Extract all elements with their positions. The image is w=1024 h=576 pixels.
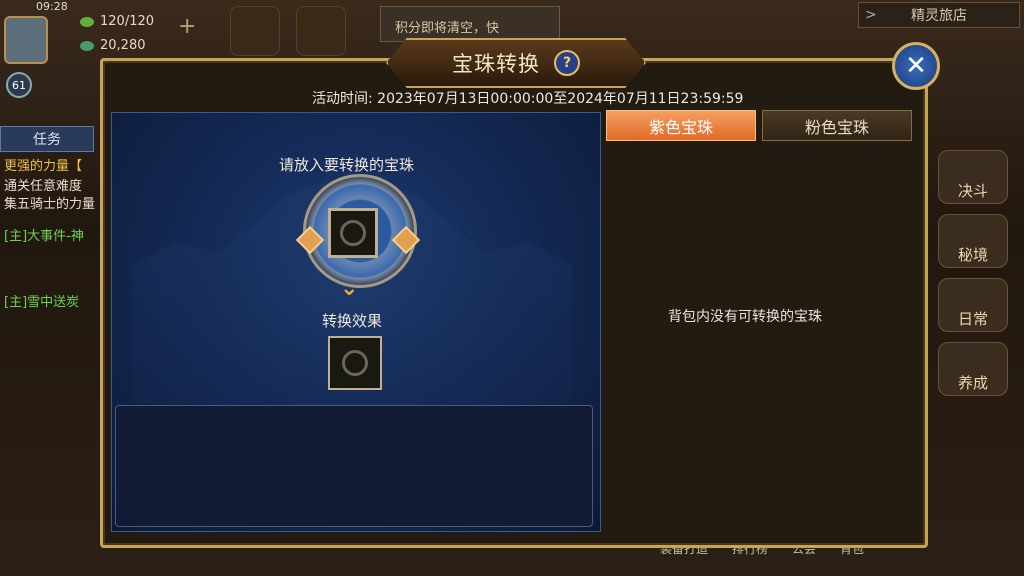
close-icon: ✕	[905, 51, 927, 81]
effect-info-box	[115, 405, 593, 527]
side-feature-button[interactable]: 决斗	[938, 150, 1008, 204]
stamina-stat: 120/120	[80, 14, 154, 29]
quest-item[interactable]: 通关任意难度	[4, 178, 82, 195]
side-feature-menu: 决斗 秘境 日常 养成	[938, 150, 1008, 396]
top-feature-icons	[230, 6, 346, 56]
chevron-down-icon: ⌄	[340, 276, 359, 301]
activity-time: 活动时间: 2023年07月13日00:00:00至2024年07月11日23:…	[312, 91, 744, 107]
feature-icon[interactable]	[230, 6, 280, 56]
dialog-title-plate: 宝珠转换 ?	[386, 38, 646, 88]
conversion-effect-label: 转换效果	[322, 312, 383, 330]
quest-item[interactable]: [主]雪中送炭	[4, 294, 79, 311]
add-stamina-button[interactable]: +	[178, 14, 196, 39]
arrow-right-icon: >	[865, 7, 877, 23]
player-avatar[interactable]	[4, 16, 48, 64]
gold-stat: 20,280	[80, 38, 146, 53]
stamina-icon	[80, 16, 94, 27]
notice-banner[interactable]: 积分即将清空，快	[380, 6, 560, 42]
dialog-title: 宝珠转换	[452, 52, 540, 76]
gem-icon	[80, 40, 94, 51]
side-feature-button[interactable]: 养成	[938, 342, 1008, 396]
feature-icon[interactable]	[296, 6, 346, 56]
player-level: 61	[6, 72, 32, 98]
quest-item[interactable]: [主]大事件-神	[4, 228, 84, 245]
result-orb-slot	[328, 336, 382, 390]
empty-inventory-message: 背包内没有可转换的宝珠	[668, 309, 822, 325]
inn-shop-tab[interactable]: > 精灵旅店	[858, 2, 1020, 28]
swirl-placeholder-icon	[342, 350, 368, 376]
quest-item[interactable]: 集五骑士的力量	[4, 196, 95, 213]
side-feature-button[interactable]: 秘境	[938, 214, 1008, 268]
swirl-placeholder-icon	[340, 220, 366, 246]
clock: 09:28	[36, 0, 68, 13]
close-button[interactable]: ✕	[892, 42, 940, 90]
gold-value: 20,280	[100, 38, 146, 53]
side-feature-button[interactable]: 日常	[938, 278, 1008, 332]
tab-pink-orb[interactable]: 粉色宝珠	[762, 110, 912, 141]
put-orb-label: 请放入要转换的宝珠	[279, 156, 415, 174]
quest-item[interactable]: 更强的力量【	[4, 158, 82, 175]
tab-purple-orb[interactable]: 紫色宝珠	[606, 110, 756, 141]
question-icon[interactable]: ?	[554, 50, 580, 76]
task-tab[interactable]: 任务	[0, 126, 94, 152]
stamina-value: 120/120	[100, 14, 155, 29]
inn-shop-label: 精灵旅店	[911, 8, 967, 24]
input-orb-slot[interactable]	[328, 208, 378, 258]
